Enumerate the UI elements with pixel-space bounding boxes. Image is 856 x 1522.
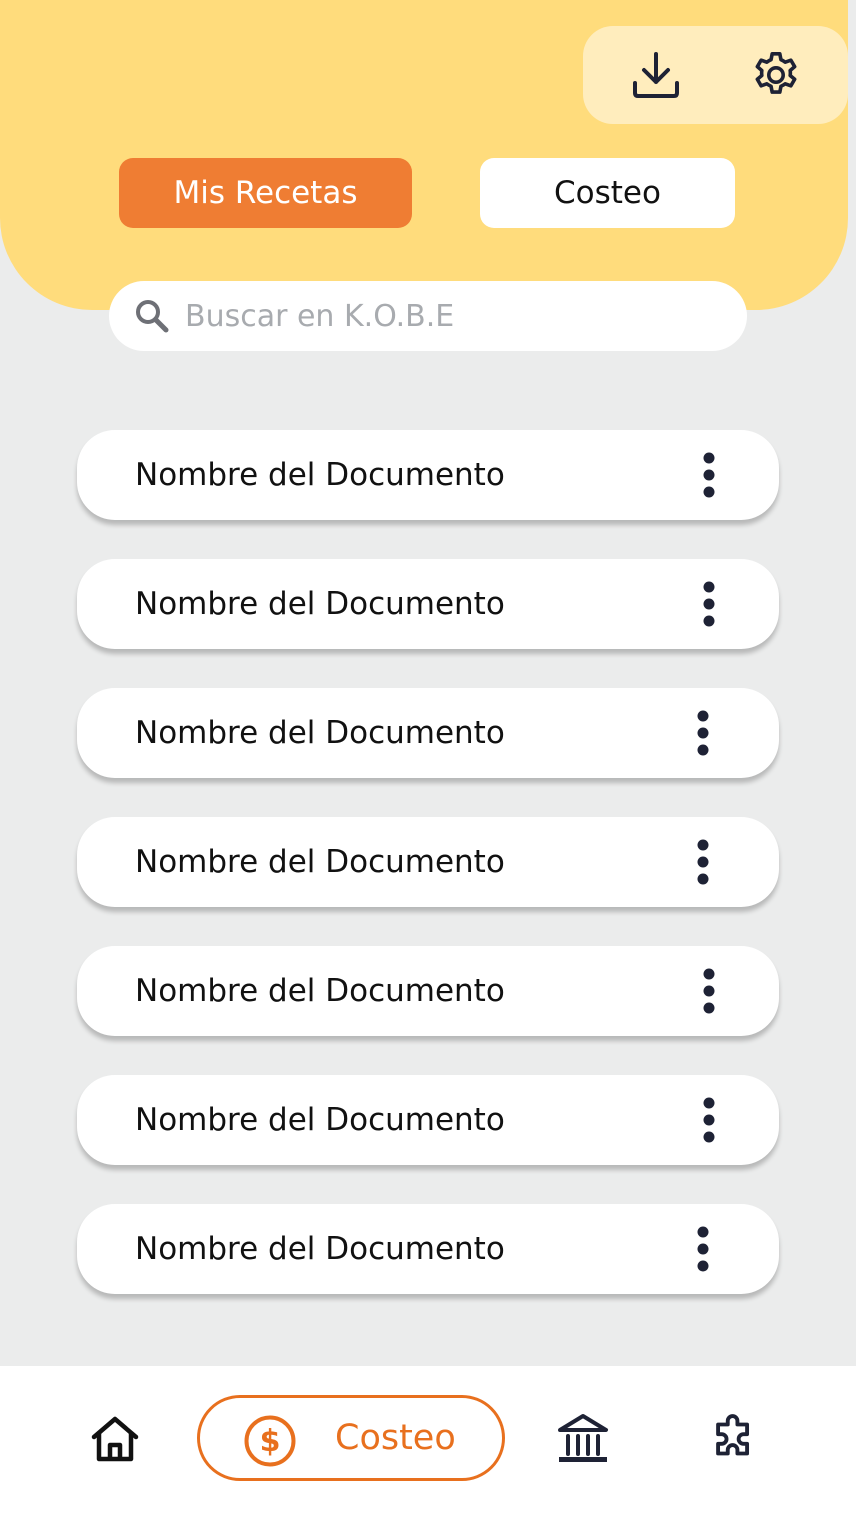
bank-icon <box>558 1414 608 1462</box>
svg-text:$: $ <box>260 1424 281 1459</box>
dollar-icon: $ <box>244 1415 296 1467</box>
nav-costeo-label: Costeo <box>335 1418 456 1458</box>
more-options-button[interactable] <box>691 577 727 631</box>
nav-costeo-button[interactable]: $ Costeo <box>197 1395 505 1481</box>
gear-icon <box>755 52 797 94</box>
more-vertical-icon <box>703 968 715 1014</box>
more-vertical-icon <box>697 839 709 885</box>
tab-costeo[interactable]: Costeo <box>480 158 735 228</box>
document-name: Nombre del Documento <box>135 715 505 751</box>
list-item[interactable]: Nombre del Documento <box>77 817 779 907</box>
bottom-navigation: $ Costeo <box>0 1366 856 1522</box>
document-name: Nombre del Documento <box>135 457 505 493</box>
list-item[interactable]: Nombre del Documento <box>77 430 779 520</box>
tab-mis-recetas[interactable]: Mis Recetas <box>119 158 412 228</box>
document-name: Nombre del Documento <box>135 586 505 622</box>
list-item[interactable]: Nombre del Documento <box>77 1075 779 1165</box>
list-item[interactable]: Nombre del Documento <box>77 688 779 778</box>
nav-plugins-button[interactable] <box>702 1406 768 1472</box>
more-options-button[interactable] <box>685 835 721 889</box>
more-options-button[interactable] <box>691 1093 727 1147</box>
more-vertical-icon <box>703 581 715 627</box>
header-actions <box>583 26 848 124</box>
document-name: Nombre del Documento <box>135 1102 505 1138</box>
document-name: Nombre del Documento <box>135 1231 505 1267</box>
puzzle-icon <box>716 1414 750 1456</box>
list-item[interactable]: Nombre del Documento <box>77 559 779 649</box>
search-bar <box>109 281 747 351</box>
document-name: Nombre del Documento <box>135 844 505 880</box>
nav-bank-button[interactable] <box>550 1406 616 1472</box>
more-vertical-icon <box>697 710 709 756</box>
more-options-button[interactable] <box>685 706 721 760</box>
more-vertical-icon <box>697 1226 709 1272</box>
nav-home-button[interactable] <box>82 1406 148 1472</box>
list-item[interactable]: Nombre del Documento <box>77 1204 779 1294</box>
more-vertical-icon <box>703 1097 715 1143</box>
download-icon <box>633 52 679 98</box>
search-input[interactable] <box>185 298 705 334</box>
more-options-button[interactable] <box>691 448 727 502</box>
download-button[interactable] <box>621 40 691 110</box>
document-name: Nombre del Documento <box>135 973 505 1009</box>
settings-button[interactable] <box>741 40 811 110</box>
more-vertical-icon <box>703 452 715 498</box>
list-item[interactable]: Nombre del Documento <box>77 946 779 1036</box>
more-options-button[interactable] <box>691 964 727 1018</box>
more-options-button[interactable] <box>685 1222 721 1276</box>
search-icon <box>133 297 171 335</box>
home-icon <box>91 1416 139 1462</box>
